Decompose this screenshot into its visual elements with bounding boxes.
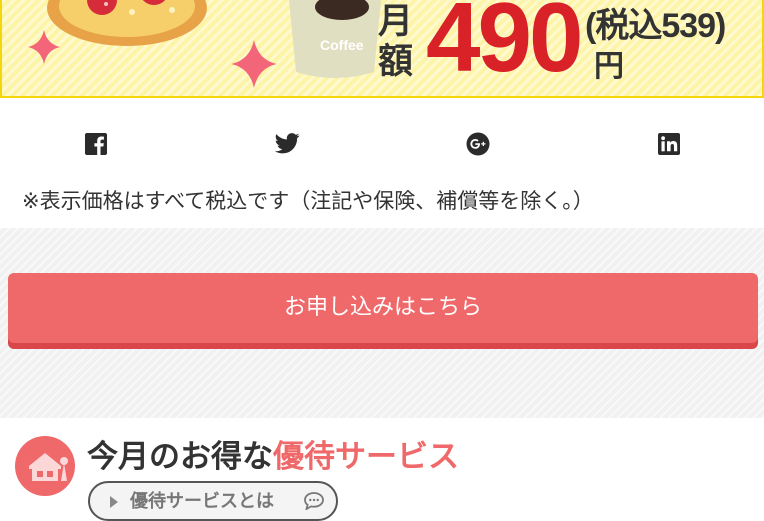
speech-bubble-icon: [304, 492, 324, 510]
section-title: 今月のお得な優待サービス: [87, 435, 459, 479]
house-icon: [15, 436, 75, 496]
caret-right-icon: [110, 496, 118, 508]
pizza-illustration: [47, 0, 207, 46]
promo-banner[interactable]: Coffee 月 額 490 (税込539) 円: [0, 0, 764, 98]
google-plus-icon: [466, 132, 490, 156]
section-title-prefix: 今月のお得な: [87, 439, 273, 475]
price-tax-included: (税込539): [585, 7, 726, 45]
about-benefits-button[interactable]: 優待サービスとは: [88, 481, 338, 521]
google-plus-share-button[interactable]: [466, 132, 494, 160]
price-unit: 円: [594, 49, 624, 84]
coffee-label: Coffee: [320, 37, 364, 53]
cta-section: お申し込みはこちら: [0, 228, 764, 418]
apply-button[interactable]: お申し込みはこちら: [8, 273, 758, 343]
twitter-icon: [274, 133, 300, 154]
facebook-icon: [85, 133, 107, 155]
price-value: 490: [426, 0, 584, 92]
about-benefits-label: 優待サービスとは: [130, 491, 274, 512]
twitter-share-button[interactable]: [274, 132, 302, 160]
sparkle-icon: [231, 40, 277, 88]
linkedin-share-button[interactable]: [657, 132, 685, 160]
price-label-amount: 額: [378, 42, 414, 82]
price-label-month: 月: [378, 2, 414, 42]
facebook-share-button[interactable]: [84, 132, 112, 160]
section-title-highlight: 優待サービス: [273, 439, 459, 475]
tax-note: ※表示価格はすべて税込です（注記や保険、補償等を除く。）: [22, 189, 594, 213]
linkedin-icon: [658, 133, 680, 155]
sparkle-icon: [28, 30, 60, 64]
